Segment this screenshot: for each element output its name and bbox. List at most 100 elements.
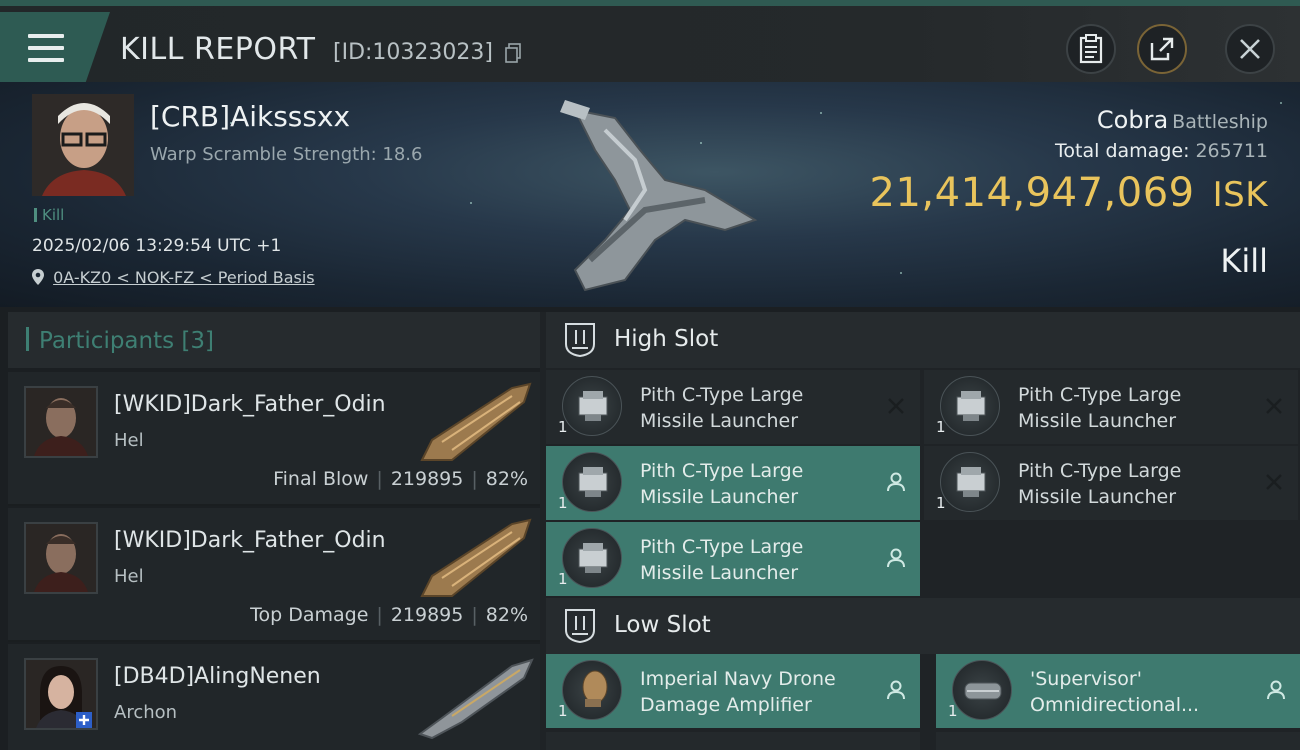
- participant-ship-image: [420, 382, 532, 461]
- participant-stats: Final Blow | 219895 | 82%: [273, 468, 528, 490]
- pilot-icon: [884, 470, 908, 494]
- participant-percent: 82%: [485, 468, 528, 490]
- copy-icon[interactable]: [505, 43, 521, 63]
- participant-ship-image: [417, 658, 534, 740]
- victim-avatar: [32, 94, 134, 196]
- report-id: [ID:10323023]: [333, 40, 493, 65]
- participant-damage: 219895: [390, 468, 464, 490]
- kill-timestamp: 2025/02/06 13:29:54 UTC +1: [32, 236, 282, 256]
- missile-launcher-icon: [940, 452, 1000, 512]
- pilot-icon: [884, 678, 908, 702]
- participant-row[interactable]: [WKID]Dark_Father_Odin Hel Final Blow | 21…: [8, 372, 540, 506]
- isk-unit: ISK: [1212, 175, 1268, 215]
- module-name: Pith C-Type Large Missile Launcher: [1018, 384, 1182, 432]
- participant-avatar: [24, 658, 98, 730]
- participant-name[interactable]: [DB4D]AlingNenen: [114, 664, 321, 689]
- total-damage: Total damage: 265711: [1055, 140, 1268, 162]
- module-quantity: 1: [948, 702, 958, 720]
- destroyed-x-icon: [884, 394, 908, 418]
- share-button[interactable]: [1137, 24, 1187, 74]
- clipboard-button[interactable]: [1066, 24, 1116, 74]
- participants-header: Participants [3]: [8, 312, 540, 368]
- module-item[interactable]: 1 Pith C-Type Large Missile Launcher: [546, 370, 920, 444]
- ship-info[interactable]: Cobra Battleship: [1097, 106, 1268, 134]
- victim-ship-image: [560, 100, 758, 292]
- participant-damage: 219895: [390, 604, 464, 626]
- destroyed-x-icon: [1262, 470, 1286, 494]
- high-slot-label: High Slot: [614, 326, 719, 352]
- share-icon: [1150, 37, 1174, 61]
- module-quantity: 1: [558, 702, 568, 720]
- participant-avatar: [24, 386, 98, 458]
- participant-row[interactable]: [WKID]Dark_Father_Odin Hel Top Damage | 21…: [8, 508, 540, 642]
- isk-value: 21,414,947,069 ISK: [870, 170, 1269, 216]
- module-name: Pith C-Type Large Missile Launcher: [640, 384, 804, 432]
- participant-row[interactable]: [DB4D]AlingNenen Archon: [8, 644, 540, 750]
- header-bar: KILL REPORT [ID:10323023]: [0, 6, 1300, 82]
- module-item[interactable]: 1 'Supervisor' Omnidirectional...: [936, 654, 1300, 728]
- victim-name[interactable]: [CRB]Aiksssxx: [150, 100, 350, 133]
- isk-amount: 21,414,947,069: [869, 170, 1195, 216]
- module-name: Pith C-Type Large Missile Launcher: [640, 460, 804, 508]
- menu-button[interactable]: [0, 12, 110, 82]
- page-title: KILL REPORT: [120, 32, 316, 67]
- participant-ship-image: [420, 518, 532, 597]
- missile-launcher-icon: [562, 528, 622, 588]
- module-name: Pith C-Type Large Missile Launcher: [640, 536, 804, 584]
- kill-result: Kill: [1220, 242, 1268, 280]
- participant-name[interactable]: [WKID]Dark_Father_Odin: [114, 392, 386, 417]
- module-item[interactable]: 1 Pith C-Type Large Missile Launcher: [546, 522, 920, 596]
- participant-avatar: [24, 522, 98, 594]
- module-quantity: 1: [936, 494, 946, 512]
- participant-name[interactable]: [WKID]Dark_Father_Odin: [114, 528, 386, 553]
- module-item[interactable]: [546, 732, 920, 750]
- pilot-icon: [884, 546, 908, 570]
- module-item[interactable]: [936, 732, 1300, 750]
- location-link[interactable]: 0A-KZ0 < NOK-FZ < Period Basis: [32, 268, 315, 287]
- module-item[interactable]: 1 Pith C-Type Large Missile Launcher: [546, 446, 920, 520]
- participant-stats: Top Damage | 219895 | 82%: [250, 604, 528, 626]
- fitting-panel: High Slot 1 Pith C-Type Large Missile Lau…: [540, 312, 1300, 750]
- low-slot-header: Low Slot: [546, 598, 1300, 654]
- high-slot-header: High Slot: [546, 312, 1300, 368]
- victim-banner: [CRB]Aiksssxx Warp Scramble Strength: 18…: [0, 82, 1300, 307]
- missile-launcher-icon: [562, 452, 622, 512]
- destroyed-x-icon: [1262, 394, 1286, 418]
- participants-panel: Participants [3] [WKID]Dark_Father_Odin …: [8, 312, 540, 750]
- participants-title: Participants [3]: [26, 327, 214, 354]
- module-item[interactable]: 1 Pith C-Type Large Missile Launcher: [924, 446, 1298, 520]
- ship-class: Battleship: [1172, 111, 1268, 133]
- slot-shield-icon: [565, 323, 595, 358]
- participant-role: Final Blow: [273, 468, 369, 490]
- missile-launcher-icon: [940, 376, 1000, 436]
- omnidirectional-module-icon: [952, 660, 1012, 720]
- ship-name: Cobra: [1096, 106, 1169, 134]
- total-damage-value: 265711: [1195, 140, 1268, 162]
- close-button[interactable]: [1225, 24, 1275, 74]
- module-name: 'Supervisor' Omnidirectional...: [1030, 668, 1200, 716]
- warp-scramble-strength: Warp Scramble Strength: 18.6: [150, 144, 423, 165]
- slot-shield-icon: [565, 609, 595, 644]
- low-slot-label: Low Slot: [614, 612, 711, 638]
- participant-ship: Hel: [114, 430, 144, 451]
- victim-portrait[interactable]: [32, 94, 134, 196]
- kill-tag: Kill: [34, 206, 64, 224]
- location-text: 0A-KZ0 < NOK-FZ < Period Basis: [53, 268, 315, 287]
- module-name: Imperial Navy Drone Damage Amplifier: [640, 668, 836, 716]
- location-pin-icon: [32, 269, 44, 285]
- drone-amplifier-icon: [562, 660, 622, 720]
- module-item[interactable]: 1 Pith C-Type Large Missile Launcher: [924, 370, 1298, 444]
- module-item[interactable]: 1 Imperial Navy Drone Damage Amplifier: [546, 654, 920, 728]
- module-quantity: 1: [558, 494, 568, 512]
- participant-ship: Hel: [114, 566, 144, 587]
- total-damage-label: Total damage:: [1055, 140, 1190, 162]
- pilot-icon: [1264, 678, 1288, 702]
- module-quantity: 1: [936, 418, 946, 436]
- module-name: Pith C-Type Large Missile Launcher: [1018, 460, 1182, 508]
- clipboard-icon: [1079, 34, 1103, 64]
- module-quantity: 1: [558, 418, 568, 436]
- participant-percent: 82%: [485, 604, 528, 626]
- menu-icon: [28, 34, 64, 62]
- close-icon: [1240, 39, 1260, 59]
- module-quantity: 1: [558, 570, 568, 588]
